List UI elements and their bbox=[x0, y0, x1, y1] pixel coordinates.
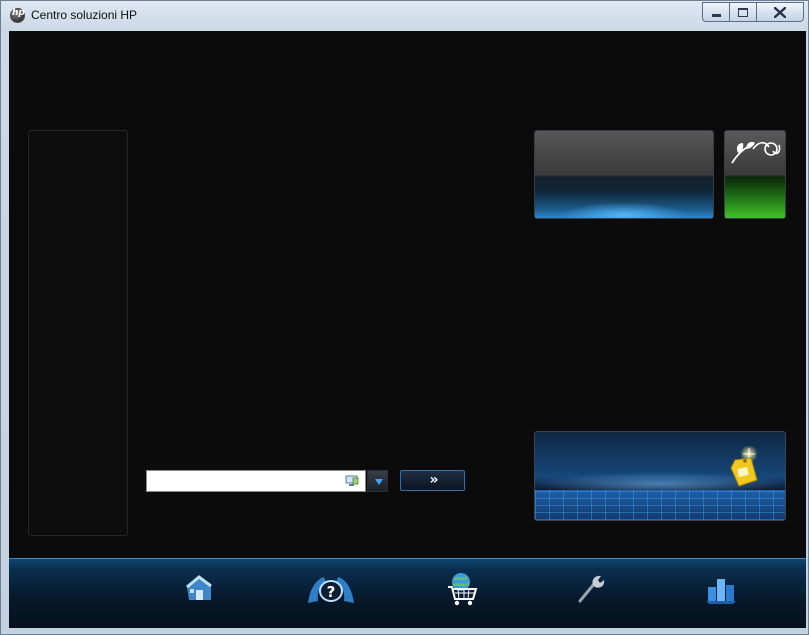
shopping-cart-globe-icon bbox=[448, 573, 478, 606]
app-window: Centro soluzioni HP bbox=[0, 0, 809, 635]
close-icon bbox=[774, 7, 786, 18]
home-icon bbox=[186, 575, 212, 600]
hp-eco-leaf-icon bbox=[731, 141, 781, 164]
search-go-button[interactable]: » bbox=[400, 470, 465, 491]
help-icon: ? bbox=[308, 577, 354, 603]
nav-status-button[interactable] bbox=[696, 571, 746, 617]
search-dropdown-button[interactable] bbox=[367, 470, 388, 492]
wrench-icon bbox=[578, 575, 605, 603]
double-chevron-right-icon: » bbox=[429, 472, 438, 488]
svg-text:?: ? bbox=[327, 583, 336, 601]
window-title: Centro soluzioni HP bbox=[31, 8, 138, 22]
close-button[interactable] bbox=[757, 2, 804, 22]
nav-tools-button[interactable] bbox=[566, 571, 616, 617]
nav-home-button[interactable] bbox=[174, 571, 224, 617]
nav-help-button[interactable]: ? bbox=[304, 571, 354, 617]
search-input[interactable] bbox=[146, 470, 366, 492]
price-tag-icon bbox=[730, 446, 758, 487]
eco-tile[interactable] bbox=[724, 130, 786, 219]
bar-chart-icon bbox=[706, 579, 736, 604]
bottom-nav-bar: ? bbox=[9, 558, 806, 628]
search-monitor-icon[interactable] bbox=[345, 475, 359, 487]
hp-logo-icon[interactable] bbox=[10, 8, 25, 23]
maximize-button[interactable] bbox=[730, 2, 757, 22]
feature-tile-blue[interactable] bbox=[534, 130, 714, 219]
promo-tile[interactable] bbox=[534, 431, 786, 521]
nav-shop-button[interactable] bbox=[437, 571, 487, 617]
title-bar[interactable]: Centro soluzioni HP bbox=[1, 1, 808, 31]
search-bar bbox=[146, 470, 389, 492]
minimize-button[interactable] bbox=[702, 2, 730, 22]
client-area: » ? bbox=[9, 31, 806, 628]
left-panel bbox=[28, 130, 128, 536]
